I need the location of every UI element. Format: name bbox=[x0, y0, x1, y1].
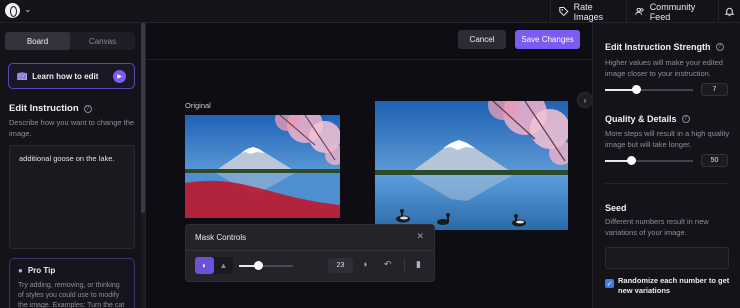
seed-title: Seed bbox=[605, 203, 627, 213]
quality-description: More steps will result in a high quality… bbox=[605, 129, 730, 149]
trash-icon[interactable]: ▮ bbox=[416, 259, 421, 270]
edit-instruction-title: Edit Instruction bbox=[9, 103, 79, 114]
book-icon: 📖︎ bbox=[17, 71, 28, 81]
mask-toolbar-separator bbox=[404, 258, 405, 273]
mask-controls-panel: Mask Controls ✕ ◐ ▲ 23 ◑ ↶ ▮ bbox=[185, 224, 435, 282]
right-panel: Edit Instruction Strength ? Higher value… bbox=[592, 23, 740, 308]
randomize-checkbox[interactable]: ✓ bbox=[605, 279, 614, 288]
mask-controls-title: Mask Controls bbox=[195, 233, 247, 242]
tab-canvas[interactable]: Canvas bbox=[70, 32, 135, 50]
save-changes-button[interactable]: Save Changes bbox=[515, 30, 580, 49]
original-image[interactable] bbox=[185, 115, 340, 218]
learn-label: Learn how to edit bbox=[32, 71, 99, 81]
pro-tip-text: Try adding, removing, or thinking of sty… bbox=[18, 282, 125, 308]
lightbulb-icon: ● bbox=[18, 266, 23, 275]
original-label: Original bbox=[185, 101, 211, 110]
undo-icon[interactable]: ↶ bbox=[384, 259, 392, 270]
strength-heading: Edit Instruction Strength ? bbox=[605, 42, 724, 52]
right-divider bbox=[605, 183, 729, 184]
edit-instruction-description: Describe how you want to change the imag… bbox=[9, 118, 135, 138]
community-feed-label: Community Feed bbox=[649, 1, 696, 22]
pro-tip-card: ● Pro Tip Try adding, removing, or think… bbox=[9, 258, 135, 308]
invert-mask-icon[interactable]: ◑ bbox=[362, 259, 367, 269]
quality-slider-handle[interactable] bbox=[627, 156, 636, 165]
close-icon[interactable]: ✕ bbox=[416, 231, 424, 242]
randomize-label[interactable]: Randomize each number to get new variati… bbox=[618, 276, 733, 296]
seed-input[interactable] bbox=[605, 247, 729, 269]
edit-instruction-heading: Edit Instruction ? bbox=[9, 103, 92, 114]
info-icon[interactable]: ? bbox=[83, 104, 92, 113]
seed-description: Different numbers result in new variatio… bbox=[605, 217, 709, 237]
users-icon bbox=[635, 7, 644, 15]
edit-instruction-input[interactable]: additional goose on the lake. bbox=[9, 145, 135, 249]
brush-size-value[interactable]: 23 bbox=[328, 258, 353, 273]
center-divider bbox=[146, 59, 592, 60]
mask-divider bbox=[186, 250, 434, 251]
left-scrollbar-thumb[interactable] bbox=[141, 23, 145, 213]
pro-tip-heading: ● Pro Tip bbox=[18, 266, 126, 275]
left-panel: Board Canvas 📖︎ Learn how to edit ▶ Edit… bbox=[0, 23, 146, 308]
eraser-mode-icon[interactable]: ▲ bbox=[214, 257, 233, 274]
mask-mode-toggle: ◐ ▲ bbox=[195, 257, 233, 274]
chevron-right-icon[interactable]: › bbox=[577, 92, 593, 108]
quality-heading: Quality & Details ? bbox=[605, 114, 690, 124]
notifications-button[interactable] bbox=[718, 0, 740, 23]
brush-mode-icon[interactable]: ◐ bbox=[195, 257, 214, 274]
quality-title: Quality & Details bbox=[605, 114, 677, 124]
bell-icon bbox=[724, 7, 735, 17]
tag-icon bbox=[559, 7, 569, 17]
strength-description: Higher values will make your edited imag… bbox=[605, 58, 723, 78]
play-icon: ▶ bbox=[113, 70, 126, 83]
rate-images-label: Rate Images bbox=[573, 1, 604, 22]
seed-heading: Seed bbox=[605, 203, 627, 213]
info-icon[interactable]: ? bbox=[715, 43, 724, 51]
learn-how-to-edit-button[interactable]: 📖︎ Learn how to edit ▶ bbox=[8, 63, 135, 89]
cancel-button[interactable]: Cancel bbox=[458, 30, 506, 49]
app-logo-icon[interactable] bbox=[5, 3, 20, 18]
chevron-down-icon[interactable]: ⌄ bbox=[24, 4, 32, 15]
strength-value[interactable]: 7 bbox=[701, 83, 728, 96]
tab-board[interactable]: Board bbox=[5, 32, 70, 50]
strength-slider-handle[interactable] bbox=[632, 85, 641, 94]
view-toggle: Board Canvas bbox=[5, 32, 135, 50]
edited-image[interactable] bbox=[375, 101, 568, 230]
brush-size-slider-handle[interactable] bbox=[254, 261, 263, 270]
community-feed-button[interactable]: Community Feed bbox=[626, 0, 718, 23]
quality-value[interactable]: 50 bbox=[701, 154, 728, 167]
rate-images-button[interactable]: Rate Images bbox=[550, 0, 626, 23]
pro-tip-title: Pro Tip bbox=[27, 266, 56, 275]
strength-title: Edit Instruction Strength bbox=[605, 42, 711, 52]
top-bar: ⌄ Rate Images Community Feed bbox=[0, 0, 740, 23]
info-icon[interactable]: ? bbox=[681, 115, 690, 123]
